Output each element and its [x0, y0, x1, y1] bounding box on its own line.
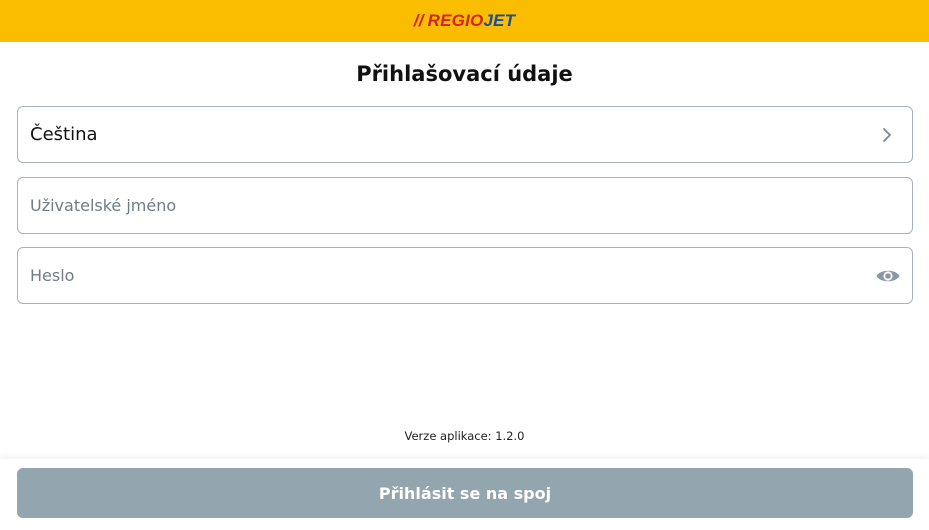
username-field-container — [17, 177, 913, 234]
eye-icon[interactable] — [875, 265, 901, 287]
regiojet-logo: // REGIO JET — [414, 11, 515, 31]
logo-jet-text: JET — [483, 11, 516, 30]
username-input[interactable] — [18, 178, 912, 233]
logo-slashes: // — [413, 11, 424, 30]
password-field-container — [17, 247, 913, 304]
language-value: Čeština — [30, 124, 98, 145]
page-title: Přihlašovací údaje — [356, 62, 573, 86]
logo-regio-text: REGIO — [427, 11, 484, 30]
password-input[interactable] — [18, 248, 912, 303]
app-header: // REGIO JET — [0, 0, 929, 42]
app-version: Verze aplikace: 1.2.0 — [404, 429, 525, 443]
login-button[interactable]: Přihlásit se na spoj — [17, 468, 913, 518]
language-selector[interactable]: Čeština — [17, 106, 913, 163]
chevron-right-icon — [883, 128, 891, 142]
